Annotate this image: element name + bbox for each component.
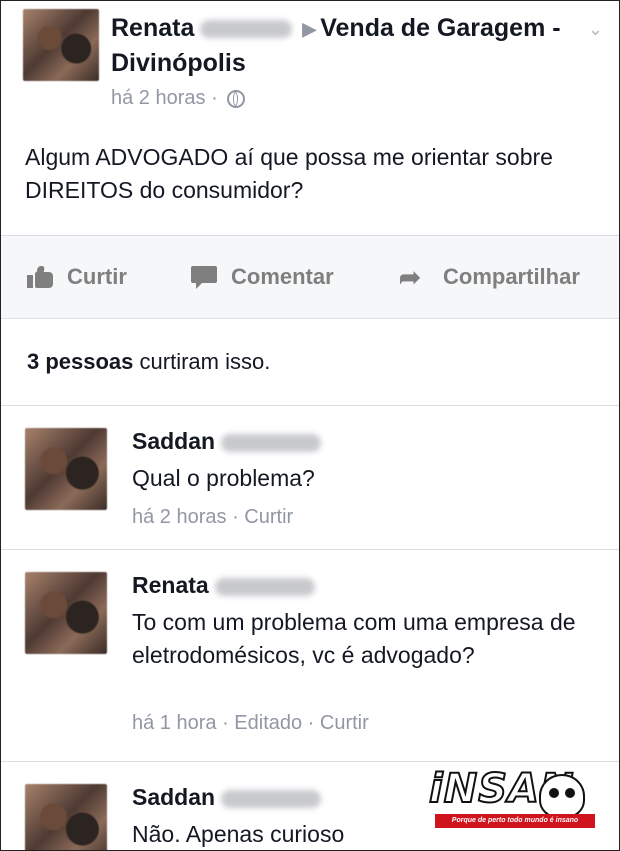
- share-icon: ➦: [399, 262, 421, 292]
- author-name[interactable]: Renata: [111, 14, 194, 42]
- like-label: Curtir: [67, 264, 127, 289]
- comment-text: Qual o problema?: [132, 465, 315, 491]
- post-header: Renata ▶ Venda de Garagem - Divinópolis ⌄ …: [1, 1, 619, 236]
- likes-suffix: curtiram isso.: [139, 349, 271, 374]
- like-icon: [27, 266, 53, 288]
- comment-item: Renata To com um problema com uma empres…: [1, 550, 619, 762]
- meta-separator: ·: [211, 87, 218, 109]
- share-button[interactable]: ➦ Compartilhar: [399, 236, 580, 318]
- share-label: Compartilhar: [443, 264, 580, 289]
- comment-item: Saddan Qual o problema? há 2 horas · Cur…: [1, 406, 619, 550]
- post-time[interactable]: há 2 horas: [111, 87, 206, 109]
- comment-icon: [191, 266, 217, 289]
- blurred-surname: [200, 20, 293, 39]
- comment-time[interactable]: há 2 horas: [132, 506, 227, 528]
- comment-meta: há 1 hora · Editado · Curtir: [132, 712, 369, 735]
- commenter-name-line: Saddan: [132, 428, 327, 455]
- comment-label: Comentar: [231, 264, 334, 289]
- action-bar: Curtir Comentar ➦ Compartilhar: [1, 236, 619, 319]
- likes-count[interactable]: 3 pessoas: [27, 349, 133, 374]
- facebook-post: Renata ▶ Venda de Garagem - Divinópolis ⌄ …: [0, 0, 620, 851]
- comment-actions[interactable]: · Curtir: [232, 506, 293, 528]
- blurred-surname: [221, 433, 322, 452]
- commenter-name-line: Renata: [132, 572, 321, 599]
- comment-actions[interactable]: · Editado · Curtir: [222, 712, 369, 734]
- arrow-right-icon: ▶: [302, 19, 317, 40]
- commenter-avatar[interactable]: [25, 784, 107, 850]
- commenter-avatar[interactable]: [25, 572, 107, 654]
- comment-time[interactable]: há 1 hora: [132, 712, 217, 734]
- commenter-name[interactable]: Saddan: [132, 784, 215, 810]
- author-avatar[interactable]: [23, 9, 99, 81]
- comment-text: To com um problema com uma empresa de el…: [132, 609, 576, 668]
- likes-summary: 3 pessoas curtiram isso.: [1, 319, 619, 406]
- comment-meta: há 2 horas · Curtir: [132, 506, 293, 529]
- likes-text: 3 pessoas curtiram isso.: [27, 349, 270, 375]
- commenter-name[interactable]: Renata: [132, 572, 209, 598]
- chevron-down-icon[interactable]: ⌄: [588, 19, 603, 40]
- commenter-name[interactable]: Saddan: [132, 428, 215, 454]
- watermark-tagline: Porque de perto todo mundo é insano: [435, 814, 595, 828]
- skull-icon: [539, 774, 585, 818]
- blurred-surname: [221, 789, 322, 808]
- like-button[interactable]: Curtir: [27, 236, 127, 318]
- post-meta: há 2 horas ·: [111, 87, 246, 110]
- post-text: Algum ADVOGADO aí que possa me orientar …: [25, 144, 553, 203]
- globe-icon: [227, 89, 246, 108]
- blurred-surname: [214, 577, 315, 596]
- commenter-avatar[interactable]: [25, 428, 107, 510]
- insanos-watermark: iNSAN Porque de perto todo mundo é insan…: [428, 765, 603, 832]
- comment-button[interactable]: Comentar: [191, 236, 334, 318]
- post-title-line: Renata ▶ Venda de Garagem - Divinópolis: [111, 11, 581, 80]
- commenter-name-line: Saddan: [132, 784, 327, 811]
